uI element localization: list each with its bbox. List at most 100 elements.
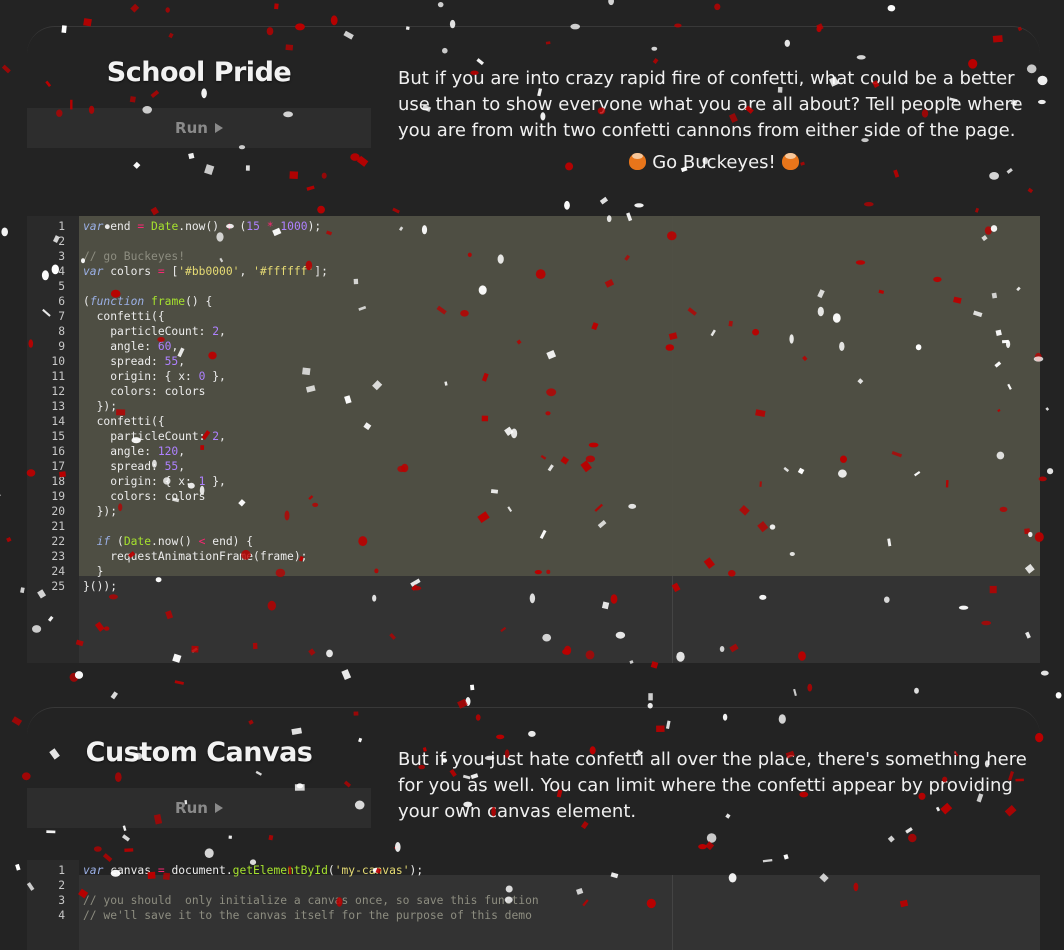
code-text: angle: 60,	[83, 340, 179, 353]
confetti-piece	[793, 688, 797, 697]
code-text: spread: 55,	[83, 355, 186, 368]
confetti-piece	[110, 691, 118, 700]
code-text: // we'll save it to the canvas itself fo…	[83, 909, 532, 922]
line-number: 24	[51, 565, 65, 578]
code-line: 16 angle: 120,	[27, 444, 328, 459]
code-text: if (Date.now() < end) {	[96, 535, 254, 548]
line-number: 6	[58, 295, 65, 308]
code-line: 20 });	[27, 504, 328, 519]
code-editor[interactable]: 1 var canvas = document.getElementById('m…	[27, 860, 1040, 950]
code-text: }	[83, 565, 104, 578]
code-line: 25 }());	[27, 579, 328, 594]
confetti-piece	[648, 693, 653, 701]
line-number: 5	[58, 280, 65, 293]
line-number: 8	[58, 325, 65, 338]
play-icon	[214, 123, 223, 133]
code-line: 15 particleCount: 2,	[27, 429, 328, 444]
line-number: 13	[51, 400, 65, 413]
run-button[interactable]: Run	[27, 788, 371, 828]
code-text: colors: colors	[83, 490, 206, 503]
line-number: 10	[51, 355, 65, 368]
code-text: confetti({	[83, 310, 165, 323]
line-number: 1	[58, 220, 65, 233]
confetti-piece	[470, 684, 475, 691]
custom-canvas-section: Custom Canvas Run But if you just hate c…	[27, 707, 1040, 950]
confetti-piece	[15, 863, 21, 871]
code-line: 22 if (Date.now() < end) {	[27, 534, 328, 549]
section-title: Custom Canvas	[85, 737, 313, 768]
confetti-piece	[165, 7, 170, 13]
code-text: angle: 120,	[83, 445, 186, 458]
code-text: spread: 55,	[83, 460, 186, 473]
code-text: });	[83, 505, 118, 518]
code-line: 9 angle: 60,	[27, 339, 328, 354]
code-line: 21	[27, 519, 328, 534]
code-text: particleCount: 2,	[83, 430, 226, 443]
code-text: var colors = ['#bb0000', '#ffffff'];	[83, 265, 328, 278]
code-line: 1 var canvas = document.getElementById('m…	[27, 863, 539, 878]
code-line: 3 // go Buckeyes!	[27, 249, 328, 264]
line-number: 21	[51, 520, 65, 533]
confetti-piece	[887, 5, 896, 12]
line-number: 4	[58, 909, 65, 922]
code-text: (function frame() {	[83, 295, 213, 308]
line-number: 16	[51, 445, 65, 458]
confetti-piece	[6, 536, 12, 543]
confetti-piece	[341, 669, 352, 681]
code-text: // you should only initialize a canvas o…	[83, 894, 539, 907]
line-number: 1	[58, 864, 65, 877]
line-number: 3	[58, 250, 65, 263]
code-line: 2	[27, 878, 539, 893]
confetti-piece	[608, 0, 614, 6]
line-number: 19	[51, 490, 65, 503]
confetti-piece	[130, 3, 140, 13]
code-text: });	[83, 400, 118, 413]
confetti-piece	[0, 488, 1, 500]
run-button[interactable]: Run	[27, 108, 371, 148]
code-lines: 1 var end = Date.now() + (15 * 1000); 2 3//…	[27, 219, 328, 594]
confetti-piece	[274, 3, 279, 10]
confetti-piece	[1, 64, 11, 74]
code-line: 7 confetti({	[27, 309, 328, 324]
line-number: 17	[51, 460, 65, 473]
code-line: 11 origin: { x: 0 },	[27, 369, 328, 384]
confetti-piece	[11, 716, 23, 726]
line-number: 25	[51, 580, 65, 593]
run-button-label: Run	[175, 119, 208, 137]
line-number: 23	[51, 550, 65, 563]
code-editor[interactable]: 1 var end = Date.now() + (15 * 1000); 2 3//…	[27, 216, 1040, 663]
confetti-piece	[330, 15, 338, 26]
code-line: 4 // we'll save it to the canvas itself f…	[27, 908, 539, 923]
line-number: 9	[58, 340, 65, 353]
code-line: 23 requestAnimationFrame(frame);	[27, 549, 328, 564]
code-line: 1 var end = Date.now() + (15 * 1000);	[27, 219, 328, 234]
cheer-text: Go Buckeyes!	[398, 152, 1030, 173]
section-title: School Pride	[106, 57, 292, 88]
code-text: }());	[83, 580, 118, 593]
confetti-piece	[74, 671, 84, 679]
code-line: 10 spread: 55,	[27, 354, 328, 369]
line-number: 3	[58, 894, 65, 907]
line-number: 18	[51, 475, 65, 488]
run-button-label: Run	[175, 799, 208, 817]
confetti-piece	[1, 227, 9, 237]
line-number: 22	[51, 535, 65, 548]
line-number: 2	[58, 235, 65, 248]
code-text: origin: { x: 1 },	[83, 475, 226, 488]
buckeye-icon	[629, 153, 647, 170]
code-line: 8 particleCount: 2,	[27, 324, 328, 339]
code-line: 14 confetti({	[27, 414, 328, 429]
confetti-piece	[1045, 407, 1050, 411]
code-line: 3 // you should only initialize a canvas …	[27, 893, 539, 908]
confetti-piece	[1055, 692, 1062, 699]
confetti-piece	[69, 672, 79, 682]
code-text: var end = Date.now() + (15 * 1000);	[83, 220, 322, 233]
school-pride-section: School Pride Run But if you are into cra…	[27, 26, 1040, 663]
line-number: 14	[51, 415, 65, 428]
confetti-piece	[20, 587, 25, 594]
confetti-piece	[1047, 468, 1054, 475]
section-description: But if you are into crazy rapid fire of …	[398, 68, 1023, 141]
buckeye-icon	[781, 153, 799, 170]
code-line: 18 origin: { x: 1 },	[27, 474, 328, 489]
code-line: 17 spread: 55,	[27, 459, 328, 474]
